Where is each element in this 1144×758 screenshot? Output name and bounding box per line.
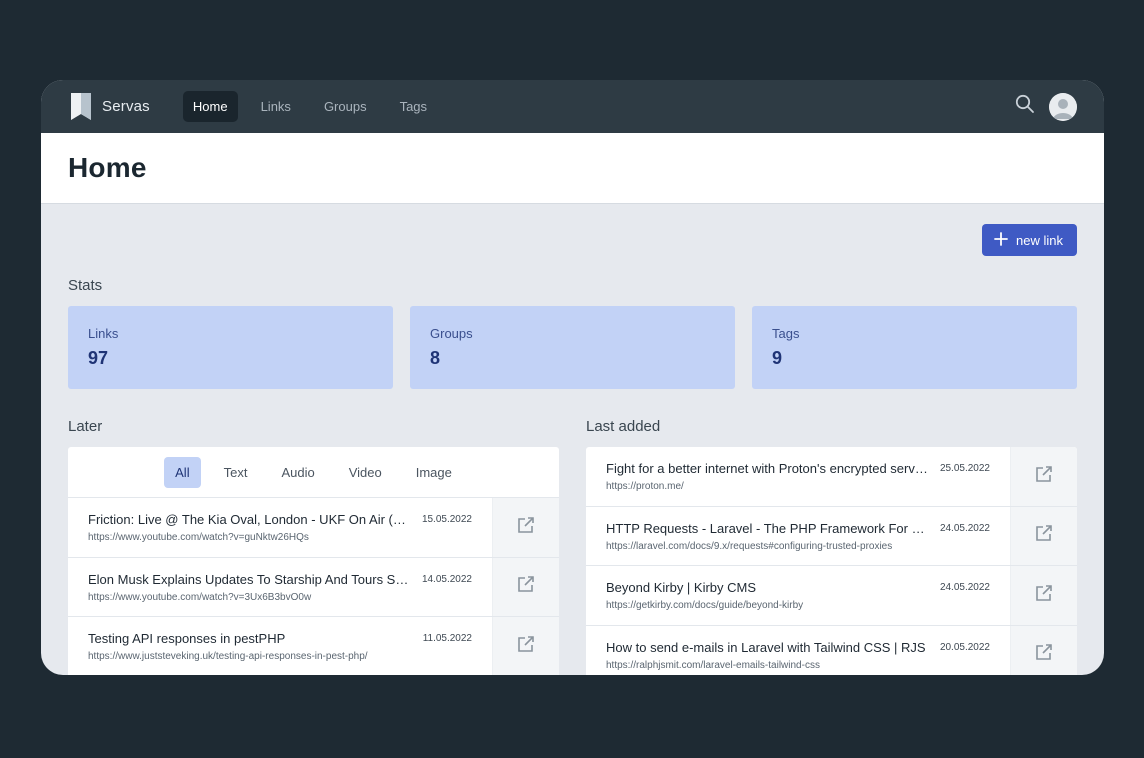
link-text: How to send e-mails in Laravel with Tail… <box>606 640 930 676</box>
stats-label: Stats <box>68 277 103 294</box>
last-added-label: Last added <box>586 418 661 435</box>
link-title: Beyond Kirby | Kirby CMS <box>606 580 757 595</box>
nav-right <box>1015 92 1077 121</box>
nav-item-home[interactable]: Home <box>182 91 238 122</box>
nav-item-links[interactable]: Links <box>251 91 301 122</box>
link-date: 14.05.2022 <box>421 573 472 585</box>
stat-value: 9 <box>772 348 783 368</box>
stat-label: Links <box>88 326 119 341</box>
link-url: https://laravel.com/docs/9.x/requests#co… <box>606 540 893 552</box>
open-link-button[interactable] <box>1010 506 1077 565</box>
link-item[interactable]: Elon Musk Explains Updates To Starship A… <box>68 558 492 617</box>
link-text: Elon Musk Explains Updates To Starship A… <box>88 572 412 617</box>
tab-video[interactable]: Video <box>338 457 393 488</box>
later-tabs: All Text Audio Video Image <box>68 447 559 498</box>
list-item: Beyond Kirby | Kirby CMS https://getkirb… <box>586 566 1077 626</box>
link-url: https://www.juststeveking.uk/testing-api… <box>88 651 368 662</box>
search-button[interactable] <box>1015 94 1035 119</box>
link-title: HTTP Requests - Laravel - The PHP Framew… <box>606 520 930 536</box>
nav-links: Home Links Groups Tags <box>182 91 450 122</box>
link-date: 24.05.2022 <box>939 582 990 593</box>
list-item: Elon Musk Explains Updates To Starship A… <box>68 557 559 617</box>
list-item: How to send e-mails in Laravel with Tail… <box>586 625 1077 676</box>
link-item[interactable]: Testing API responses in pestPHP https:/… <box>68 617 492 675</box>
link-text: Friction: Live @ The Kia Oval, London - … <box>88 512 412 557</box>
link-title: Elon Musk Explains Updates To Starship A… <box>88 571 412 587</box>
stats-row: Links 97 Groups 8 Tags 9 <box>68 306 1077 389</box>
open-link-button[interactable] <box>492 617 559 675</box>
app-window: Servas Home Links Groups Tags Home new l… <box>41 80 1104 675</box>
page-header: Home <box>41 133 1104 204</box>
bookmark-logo-icon <box>71 93 91 120</box>
user-avatar-icon <box>1049 92 1077 121</box>
link-url: https://proton.me/ <box>606 481 684 492</box>
list-item: Testing API responses in pestPHP https:/… <box>68 617 559 675</box>
top-nav: Servas Home Links Groups Tags <box>41 80 1104 133</box>
brand[interactable]: Servas <box>71 93 150 120</box>
plus-icon <box>994 231 1016 249</box>
link-date: 25.05.2022 <box>939 463 990 474</box>
nav-item-tags[interactable]: Tags <box>390 91 437 122</box>
new-link-label: new link <box>1016 232 1063 248</box>
external-link-icon <box>517 516 535 539</box>
link-url: https://getkirby.com/docs/guide/beyond-k… <box>606 600 804 611</box>
open-link-button[interactable] <box>1010 566 1077 625</box>
link-item[interactable]: HTTP Requests - Laravel - The PHP Framew… <box>586 507 1010 566</box>
later-panel: All Text Audio Video Image Friction: Liv… <box>68 447 559 675</box>
tab-audio[interactable]: Audio <box>270 457 325 488</box>
stat-value: 8 <box>430 348 441 368</box>
open-link-button[interactable] <box>1010 447 1077 506</box>
link-url: https://ralphjsmit.com/laravel-emails-ta… <box>606 659 820 671</box>
list-item: HTTP Requests - Laravel - The PHP Framew… <box>586 506 1077 566</box>
new-link-button[interactable]: new link <box>982 224 1077 256</box>
link-url: https://www.youtube.com/watch?v=guNktw26… <box>88 532 309 543</box>
search-icon <box>1015 94 1035 119</box>
link-title: How to send e-mails in Laravel with Tail… <box>606 639 926 655</box>
stat-card-tags: Tags 9 <box>752 306 1077 389</box>
external-link-icon <box>1035 465 1053 488</box>
external-link-icon <box>1035 584 1053 607</box>
avatar[interactable] <box>1049 92 1077 121</box>
link-title: Testing API responses in pestPHP <box>88 631 286 646</box>
link-item[interactable]: Friction: Live @ The Kia Oval, London - … <box>68 498 492 557</box>
open-link-button[interactable] <box>1010 625 1077 675</box>
open-link-button[interactable] <box>492 498 559 557</box>
link-text: Testing API responses in pestPHP https:/… <box>88 631 413 675</box>
link-item[interactable]: How to send e-mails in Laravel with Tail… <box>586 626 1010 676</box>
page-title: Home <box>68 152 147 183</box>
tab-all[interactable]: All <box>164 456 201 488</box>
external-link-icon <box>517 635 535 658</box>
stat-label: Groups <box>430 326 473 341</box>
link-item[interactable]: Fight for a better internet with Proton'… <box>586 447 1010 506</box>
link-text: HTTP Requests - Laravel - The PHP Framew… <box>606 521 930 566</box>
link-date: 20.05.2022 <box>939 641 990 653</box>
stat-card-groups: Groups 8 <box>410 306 735 389</box>
tab-text[interactable]: Text <box>213 457 259 488</box>
later-label: Later <box>68 418 103 435</box>
link-item[interactable]: Beyond Kirby | Kirby CMS https://getkirb… <box>586 566 1010 625</box>
link-date: 15.05.2022 <box>421 514 472 525</box>
external-link-icon <box>1035 643 1053 666</box>
stat-value: 97 <box>88 348 109 368</box>
nav-item-groups[interactable]: Groups <box>314 91 377 122</box>
list-item: Fight for a better internet with Proton'… <box>586 447 1077 507</box>
tab-image[interactable]: Image <box>405 457 463 488</box>
stat-label: Tags <box>772 326 800 341</box>
external-link-icon <box>517 575 535 598</box>
link-title: Fight for a better internet with Proton'… <box>606 461 930 476</box>
list-item: Friction: Live @ The Kia Oval, London - … <box>68 498 559 558</box>
link-date: 24.05.2022 <box>939 522 990 534</box>
link-date: 11.05.2022 <box>422 633 472 644</box>
external-link-icon <box>1035 524 1053 547</box>
open-link-button[interactable] <box>492 557 559 616</box>
link-title: Friction: Live @ The Kia Oval, London - … <box>88 512 412 527</box>
last-added-panel: Fight for a better internet with Proton'… <box>586 447 1077 675</box>
stat-card-links: Links 97 <box>68 306 393 389</box>
link-url: https://www.youtube.com/watch?v=3Ux6B3bv… <box>88 591 312 603</box>
brand-name: Servas <box>102 98 150 115</box>
link-text: Beyond Kirby | Kirby CMS https://getkirb… <box>606 580 930 625</box>
link-text: Fight for a better internet with Proton'… <box>606 461 930 506</box>
